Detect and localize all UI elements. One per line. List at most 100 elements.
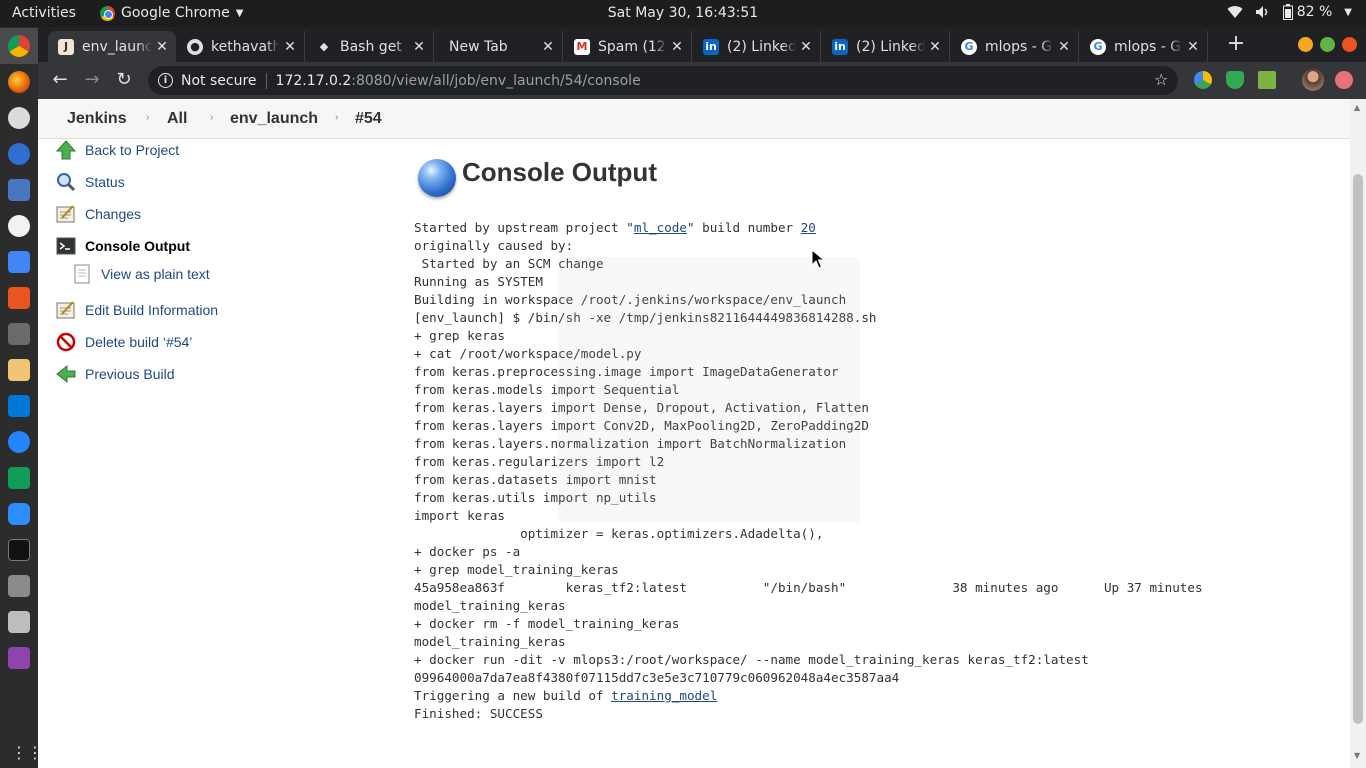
app-menu[interactable]: Google Chrome ▼ (100, 5, 243, 21)
console-line: from keras.datasets import mnist (414, 472, 657, 487)
breadcrumb-build[interactable]: #54 (355, 110, 382, 128)
breadcrumb-arrow-icon[interactable]: › (146, 112, 149, 123)
activities-button[interactable]: Activities (12, 5, 76, 21)
maximize-button[interactable] (1320, 37, 1335, 52)
edit-build-info-link[interactable]: Edit Build Information (56, 298, 218, 322)
extension-icon[interactable] (1194, 71, 1212, 89)
triggered-job-link[interactable]: training_model (611, 688, 717, 703)
back-to-project-link[interactable]: Back to Project (56, 138, 179, 162)
task-label: View as plain text (101, 266, 210, 282)
dock-files-icon[interactable] (8, 179, 30, 201)
console-line: from keras.layers.normalization import B… (414, 436, 847, 451)
address-bar[interactable]: i Not secure 172.17.0.2:8080/view/all/jo… (148, 66, 1178, 95)
forward-arrow-icon[interactable]: → (80, 68, 104, 92)
tab-github[interactable]: ● kethavath ✕ (177, 31, 305, 62)
dock-terminal-icon[interactable] (8, 539, 30, 561)
tab-gmail[interactable]: M Spam (12 ✕ (564, 31, 692, 62)
clock[interactable]: Sat May 30, 16:43:51 (608, 5, 758, 21)
info-icon[interactable]: i (158, 73, 173, 88)
close-icon[interactable]: ✕ (409, 39, 429, 55)
breadcrumb-jenkins[interactable]: Jenkins (67, 110, 127, 128)
dock-tasks-icon[interactable] (8, 431, 30, 453)
upstream-project-link[interactable]: ml_code (634, 220, 687, 235)
close-icon[interactable]: ✕ (280, 39, 300, 55)
tab-linkedin-1[interactable]: in (2) Linked ✕ (693, 31, 821, 62)
status-link[interactable]: Status (56, 170, 125, 194)
console-line: from keras.regularizers import l2 (414, 454, 665, 469)
close-icon[interactable]: ✕ (796, 39, 816, 55)
console-line: from keras.layers import Conv2D, MaxPool… (414, 418, 869, 433)
breadcrumb-job[interactable]: env_launch (230, 110, 318, 128)
tab-bash[interactable]: ◆ Bash get ✕ (306, 31, 434, 62)
dock-mail-icon[interactable] (8, 143, 30, 165)
dock-tools-icon[interactable] (8, 575, 30, 597)
page-scrollbar[interactable]: ▲ ▼ (1350, 99, 1366, 768)
previous-build-link[interactable]: Previous Build (56, 362, 175, 386)
minimize-button[interactable] (1298, 37, 1313, 52)
tab-mlops-1[interactable]: G mlops - G ✕ (951, 31, 1079, 62)
up-arrow-icon (56, 140, 76, 160)
breadcrumb-arrow-icon[interactable]: › (335, 112, 338, 123)
breadcrumb-all[interactable]: All (167, 110, 187, 128)
console-line: from keras.layers import Dense, Dropout,… (414, 400, 869, 415)
tab-strip: J env_launch ✕ ● kethavath ✕ ◆ Bash get … (38, 27, 1366, 62)
dock-music-icon[interactable] (8, 215, 30, 237)
reload-icon[interactable]: ↻ (112, 68, 136, 92)
dock-sheets-icon[interactable] (8, 467, 30, 489)
dock-disk-icon[interactable] (8, 107, 30, 129)
dock-zoom-icon[interactable] (8, 503, 30, 525)
dock-chrome-icon[interactable] (8, 35, 30, 57)
update-icon[interactable] (1335, 71, 1353, 89)
breadcrumb-arrow-icon[interactable]: › (210, 112, 213, 123)
close-icon[interactable]: ✕ (1054, 39, 1074, 55)
view-plain-text-link[interactable]: View as plain text (72, 262, 210, 286)
dock-vscode-icon[interactable] (8, 395, 30, 417)
new-tab-button[interactable]: + (1224, 33, 1248, 57)
power-menu-icon: ▼ (1344, 6, 1352, 18)
blue-ball-status-icon (418, 159, 456, 197)
back-arrow-icon[interactable]: ← (48, 68, 72, 92)
bookmark-star-icon[interactable]: ☆ (1154, 70, 1168, 89)
magnifier-icon (56, 172, 76, 192)
dock-software-icon[interactable] (8, 287, 30, 309)
dock-photos-icon[interactable] (8, 647, 30, 669)
breadcrumb: Jenkins › All › env_launch › #54 (38, 99, 1350, 139)
shield-extension-icon[interactable] (1226, 71, 1244, 89)
task-label: Changes (85, 206, 142, 222)
system-top-bar: Activities Google Chrome ▼ Sat May 30, 1… (0, 0, 1366, 27)
close-icon[interactable]: ✕ (925, 39, 945, 55)
close-icon[interactable]: ✕ (152, 39, 172, 55)
tab-new-tab[interactable]: New Tab ✕ (435, 31, 563, 62)
dock-docs-icon[interactable] (8, 251, 30, 273)
upstream-build-link[interactable]: 20 (801, 220, 816, 235)
tab-linkedin-2[interactable]: in (2) Linked ✕ (822, 31, 950, 62)
delete-build-link[interactable]: Delete build ‘#54’ (56, 330, 192, 354)
close-icon[interactable]: ✕ (667, 39, 687, 55)
console-line: Started by an SCM change (421, 256, 604, 271)
dock-settings-icon[interactable] (8, 323, 30, 345)
tab-title: (2) Linked (856, 38, 925, 55)
dock-scanner-icon[interactable] (8, 611, 30, 633)
scrollbar-thumb[interactable] (1353, 174, 1363, 724)
no-entry-icon (56, 332, 76, 352)
security-label[interactable]: Not secure (181, 73, 257, 89)
dock-firefox-icon[interactable] (8, 71, 30, 93)
console-line: + docker rm -f model_training_keras (414, 616, 680, 631)
scroll-down-icon[interactable]: ▼ (1354, 751, 1360, 760)
close-window-button[interactable] (1342, 37, 1357, 52)
console-output-link[interactable]: Console Output (56, 234, 190, 258)
battery-percent: 82 % (1296, 4, 1333, 20)
close-icon[interactable]: ✕ (1183, 39, 1203, 55)
tab-mlops-2[interactable]: G mlops - G ✕ (1080, 31, 1208, 62)
google-icon: G (1090, 38, 1106, 55)
changes-link[interactable]: Changes (56, 202, 141, 226)
system-tray[interactable]: 82 % ▼ (1227, 4, 1352, 20)
close-icon[interactable]: ✕ (538, 39, 558, 55)
download-extension-icon[interactable] (1258, 71, 1276, 89)
mouse-pointer-icon (811, 249, 825, 269)
tab-title: (2) Linked (727, 38, 796, 55)
scroll-up-icon[interactable]: ▲ (1354, 103, 1360, 112)
profile-avatar[interactable] (1302, 69, 1324, 91)
dock-editor-icon[interactable] (8, 359, 30, 381)
tab-env-launch[interactable]: J env_launch ✕ (48, 31, 176, 62)
